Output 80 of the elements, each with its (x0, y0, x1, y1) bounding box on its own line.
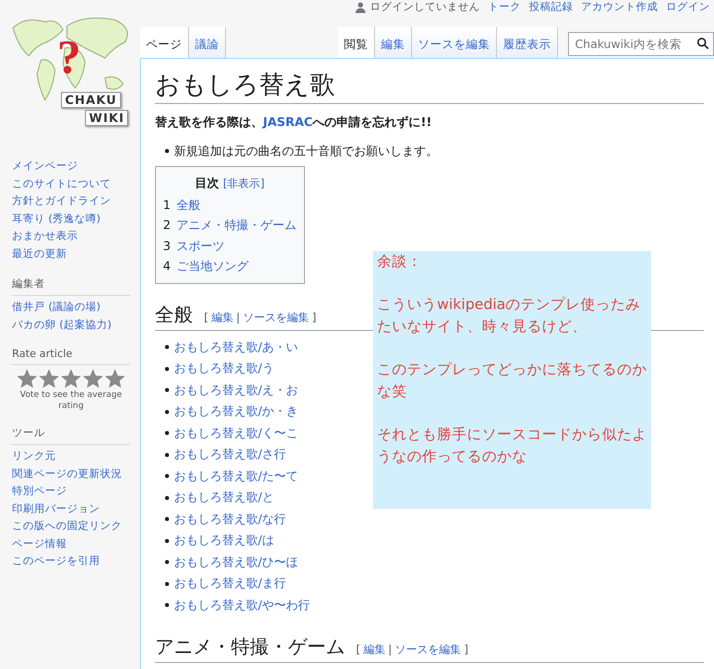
jasrac-link[interactable]: JASRAC (263, 114, 313, 128)
bracket-text: [ (356, 643, 360, 656)
sidebar-link[interactable]: 借井戸 (議論の場) (12, 299, 130, 316)
page-title: おもしろ替え歌 (155, 66, 704, 104)
toc-number: 1 (163, 198, 171, 212)
article-link[interactable]: おもしろ替え歌/さ行 (174, 444, 286, 466)
note-text: こういうwikipediaのテンプレ使ったみたいなサイト、時々見るけど、 (377, 296, 642, 337)
tab[interactable]: ページ (140, 26, 189, 58)
site-logo[interactable]: ? CHAKU WIKI (5, 8, 135, 158)
article-link[interactable]: おもしろ替え歌/は (174, 530, 274, 552)
sidebar-link[interactable]: 最近の更新 (12, 246, 130, 263)
sidebar-heading: ツール (12, 426, 130, 445)
tab[interactable]: ソースを編集 (412, 26, 497, 58)
toc-number: 2 (163, 218, 171, 232)
section-heading: 全般 (155, 302, 193, 328)
sidebar-link[interactable]: リンク元 (12, 448, 130, 466)
toc-link[interactable]: ご当地ソング (176, 259, 249, 273)
bracket-text: ] (312, 310, 316, 324)
sidebar-link[interactable]: 特別ページ (12, 483, 130, 500)
toc-title: 目次 (195, 176, 220, 190)
toc-link[interactable]: アニメ・特撮・ゲーム (176, 218, 297, 232)
toc-toggle-link[interactable]: [非表示] (222, 177, 265, 190)
article-link[interactable]: おもしろ替え歌/う (174, 358, 274, 380)
bullet-text: 新規追加は元の曲名の五十音順でお願いします。 (174, 142, 438, 160)
sidebar-link[interactable]: バカの卵 (起案協力) (12, 316, 130, 334)
rating-stars-icon[interactable] (16, 368, 126, 390)
sidebar-link[interactable]: ページ情報 (12, 536, 130, 553)
sidebar-link[interactable]: このサイトについて (12, 176, 130, 193)
edit-link[interactable]: 編集 (211, 310, 234, 324)
sidebar-heading: Rate article (12, 348, 130, 365)
toc-number: 3 (163, 238, 171, 252)
search-field[interactable]: Chakuwiki内を検索 (568, 32, 714, 56)
note-text: 余談： (377, 253, 423, 272)
note-text: それとも勝手にソースコードから似たようなの作ってるのかな (377, 426, 647, 467)
tab[interactable]: 議論 (189, 26, 226, 58)
note-text: このテンプレってどっかに落ちてるのかな笑 (377, 360, 647, 402)
toc-number: 4 (163, 259, 171, 273)
article-link[interactable]: おもしろ替え歌/と (174, 487, 274, 508)
sidebar-link[interactable]: 印刷用バージョン (12, 500, 130, 518)
sidebar-link[interactable]: このページを引用 (12, 553, 130, 570)
article-link[interactable]: おもしろ替え歌/え・お (174, 380, 298, 401)
sidebar-link[interactable]: メインページ (12, 158, 130, 176)
rating-caption: Vote to see the average rating (19, 390, 123, 412)
sidebar-link[interactable]: おまかせ表示 (12, 228, 130, 246)
article-link[interactable]: おもしろ替え歌/あ・い (174, 336, 298, 358)
article-link[interactable]: おもしろ替え歌/ま行 (174, 573, 286, 594)
personal-link[interactable]: ログイン (666, 0, 710, 14)
separator-text: | (236, 310, 240, 324)
tab[interactable]: 閲覧 (338, 26, 375, 58)
tab[interactable]: 履歴表示 (497, 26, 558, 58)
article-link[interactable]: おもしろ替え歌/や〜わ行 (174, 594, 310, 616)
personal-link[interactable]: トーク (488, 0, 521, 14)
sidebar-link[interactable]: 関連ページの更新状況 (12, 466, 130, 483)
tab[interactable]: 編集 (375, 26, 412, 58)
bracket-text: ] (464, 643, 468, 656)
notice-text: 替え歌を作る際は、JASRACへの申請を忘れずに!! (155, 114, 433, 130)
article-link[interactable]: おもしろ替え歌/た〜て (174, 466, 298, 487)
sidebar-heading: 編集者 (12, 277, 130, 296)
article-link[interactable]: おもしろ替え歌/ひ〜ほ (174, 552, 298, 573)
sidebar-link[interactable]: この版への固定リンク (12, 518, 130, 536)
separator-text: | (388, 643, 392, 656)
user-icon (355, 2, 366, 13)
personal-link[interactable]: 投稿記録 (529, 0, 573, 14)
section-heading: アニメ・特撮・ゲーム (155, 635, 345, 660)
article-link[interactable]: おもしろ替え歌/く〜こ (174, 422, 298, 444)
bracket-text: [ (204, 310, 208, 324)
search-icon[interactable] (697, 37, 709, 50)
edit-link[interactable]: 編集 (363, 642, 386, 657)
logo-text: WIKI (85, 110, 128, 126)
article-link[interactable]: おもしろ替え歌/か・き (174, 401, 298, 422)
sidebar-link[interactable]: 耳寄り (秀逸な噂) (12, 210, 130, 228)
toc-link[interactable]: 全般 (176, 198, 201, 212)
edit-source-link[interactable]: ソースを編集 (243, 310, 310, 324)
login-status: ログインしていません (370, 0, 480, 14)
article-link[interactable]: おもしろ替え歌/な行 (174, 508, 286, 530)
edit-source-link[interactable]: ソースを編集 (395, 642, 462, 657)
personal-link[interactable]: アカウント作成 (581, 0, 658, 14)
logo-text: CHAKU (61, 92, 121, 108)
sidebar-link[interactable]: 方針とガイドライン (12, 193, 130, 210)
toc-link[interactable]: スポーツ (176, 238, 225, 252)
